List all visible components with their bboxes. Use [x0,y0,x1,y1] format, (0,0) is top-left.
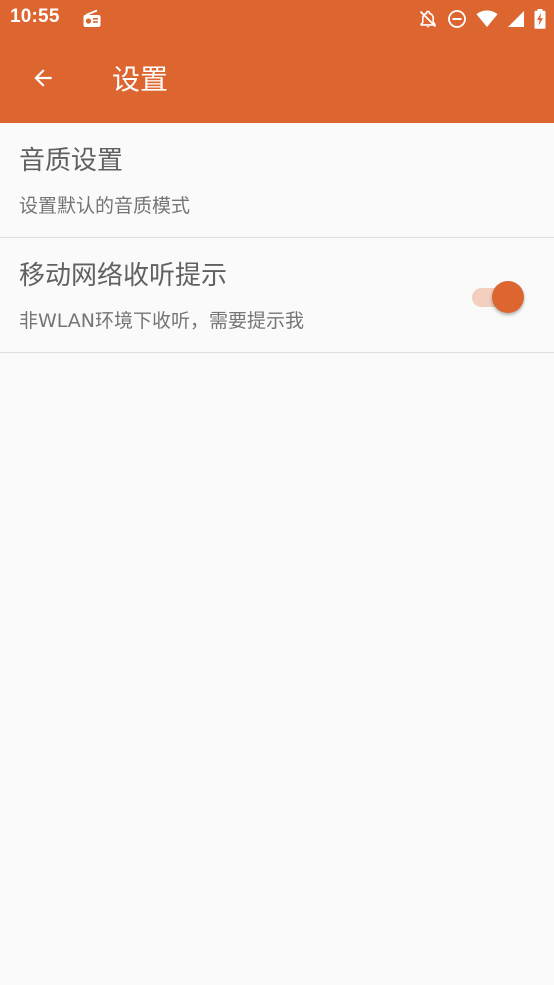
status-icons [418,8,546,30]
setting-summary: 设置默认的音质模式 [19,195,191,217]
switch-thumb [492,281,524,313]
setting-summary: 非WLAN环境下收听，需要提示我 [19,310,305,332]
wifi-icon [476,10,498,28]
setting-audio-quality[interactable]: 音质设置 设置默认的音质模式 [0,123,554,238]
setting-mobile-network-prompt[interactable]: 移动网络收听提示 非WLAN环境下收听，需要提示我 [0,238,554,353]
back-button[interactable] [22,59,64,101]
toolbar: 设置 [0,38,554,123]
mobile-network-prompt-switch[interactable] [470,281,526,313]
setting-title: 音质设置 [19,146,124,176]
notifications-off-icon [418,9,438,29]
status-bar: 10:55 [0,0,554,38]
status-time: 10:55 [10,6,60,27]
do-not-disturb-icon [447,9,467,29]
page-title: 设置 [112,63,169,96]
battery-charging-icon [534,9,546,29]
cell-signal-icon [507,10,525,28]
settings-list: 音质设置 设置默认的音质模式 移动网络收听提示 非WLAN环境下收听，需要提示我 [0,123,554,353]
app-bar: 10:55 设置 [0,0,554,123]
radio-icon [82,9,102,29]
arrow-back-icon [30,65,56,95]
setting-title: 移动网络收听提示 [19,261,228,291]
